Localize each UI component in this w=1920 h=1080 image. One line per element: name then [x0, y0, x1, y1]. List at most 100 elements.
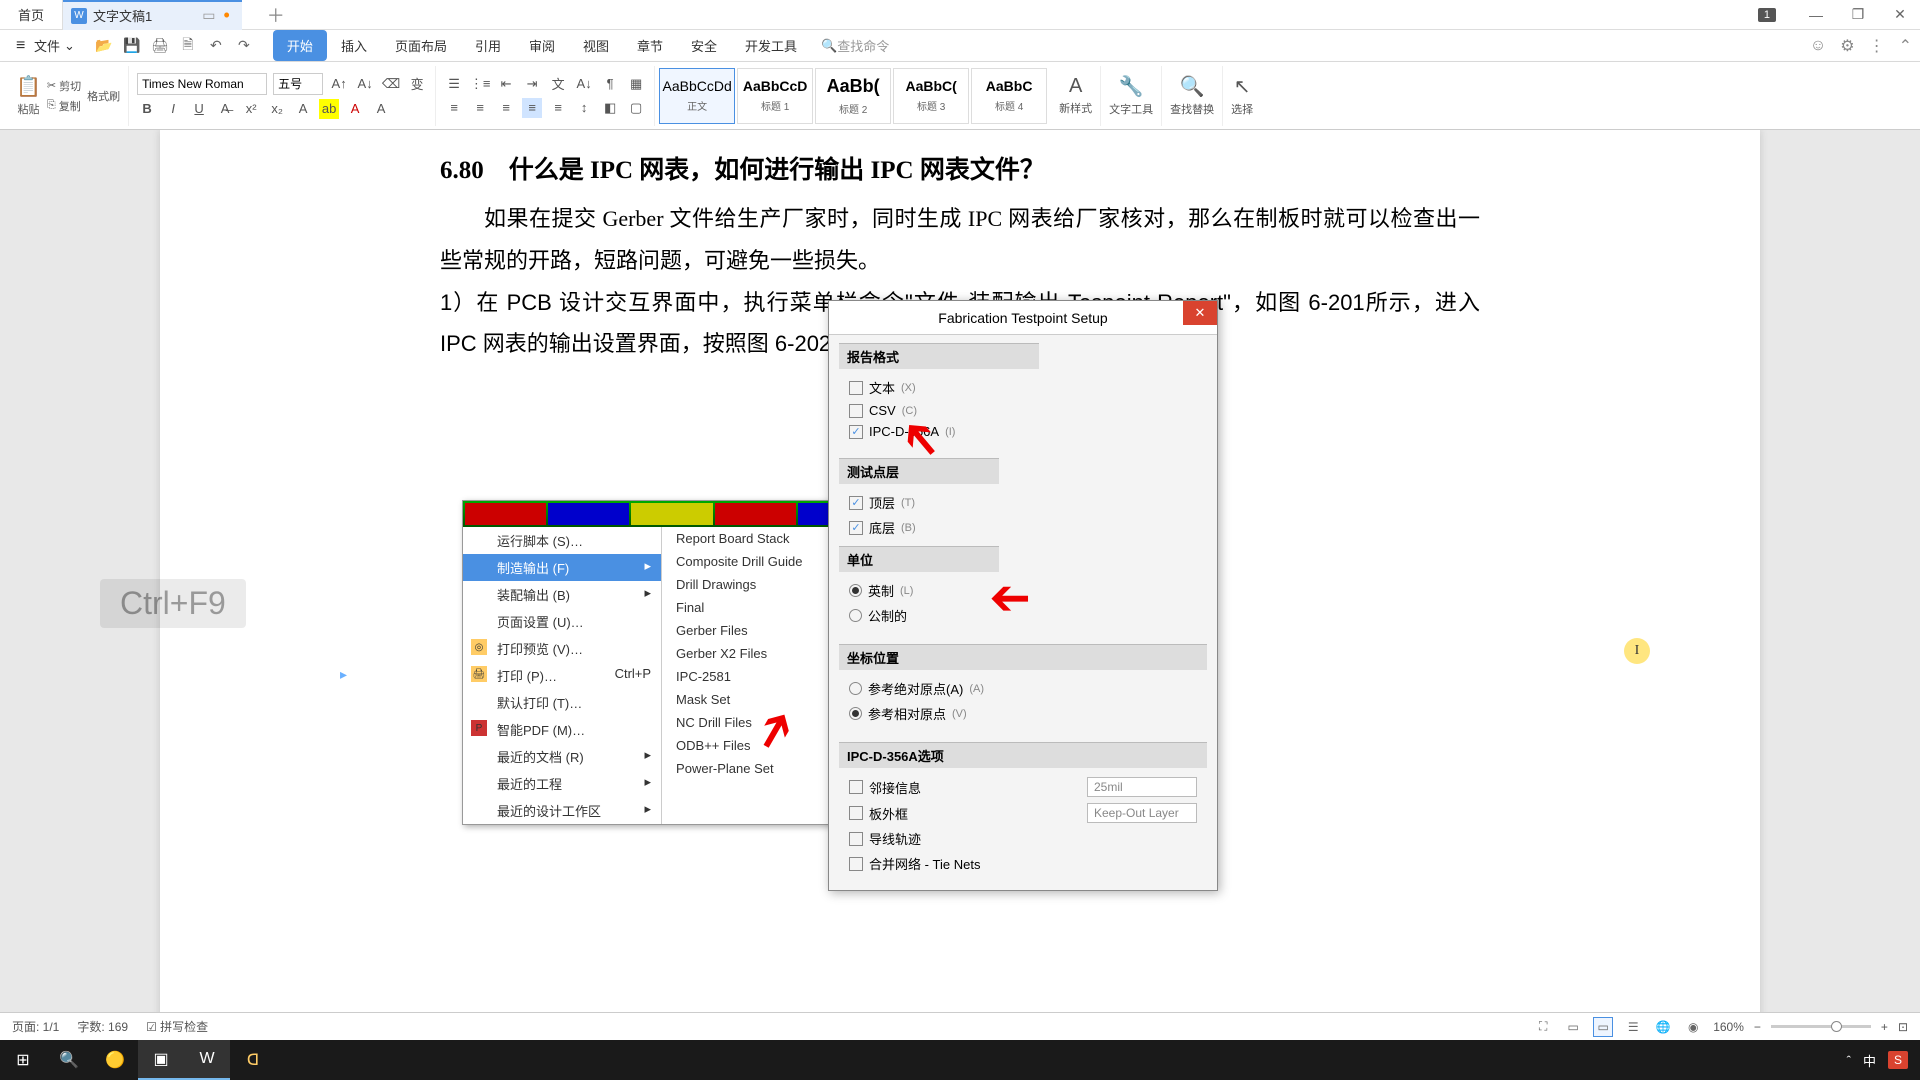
zoom-handle[interactable]	[1831, 1021, 1842, 1032]
tab-devtools[interactable]: 开发工具	[731, 30, 811, 61]
ctx-item-recent-projects[interactable]: 最近的工程▸	[463, 770, 661, 797]
tray-ime-label[interactable]: 中	[1863, 1051, 1876, 1070]
text-direction-button[interactable]: 文	[548, 74, 568, 94]
eye-protect-button[interactable]: ◉	[1683, 1017, 1703, 1037]
settings-icon[interactable]: ⚙	[1840, 36, 1854, 56]
increase-font-button[interactable]: A↑	[329, 74, 349, 94]
bold-button[interactable]: B	[137, 99, 157, 119]
command-search[interactable]: 🔍 查找命令	[821, 36, 889, 55]
checkbox-top-layer[interactable]: ✓顶层 (T)	[849, 490, 989, 515]
tab-page-layout[interactable]: 页面布局	[381, 30, 461, 61]
style-heading4[interactable]: AaBbC标题 4	[971, 68, 1047, 124]
add-tab-button[interactable]: ＋	[267, 2, 285, 28]
radio-metric[interactable]: 公制的	[849, 603, 989, 628]
align-center-button[interactable]: ≡	[470, 98, 490, 118]
app2-button[interactable]: ᗡ	[230, 1040, 276, 1080]
ctx-item-default-print[interactable]: 默认打印 (T)…	[463, 689, 661, 716]
checkbox-board-outline[interactable]: 板外框	[849, 800, 1197, 826]
radio-relative-origin[interactable]: 参考相对原点 (V)	[849, 701, 1197, 726]
underline-button[interactable]: U	[189, 99, 209, 119]
line-spacing-button[interactable]: ↕	[574, 98, 594, 118]
dialog-close-button[interactable]: ✕	[1183, 301, 1217, 325]
style-normal[interactable]: AaBbCcDd正文	[659, 68, 735, 124]
checkbox-traces[interactable]: 导线轨迹	[849, 826, 1197, 851]
numbering-button[interactable]: ⋮≡	[470, 74, 490, 94]
maximize-button[interactable]: ❐	[1838, 0, 1878, 30]
print-preview-icon[interactable]: 🗎	[179, 37, 197, 55]
ctx-item-smart-pdf[interactable]: P智能PDF (M)…	[463, 716, 661, 743]
zoom-out-button[interactable]: −	[1754, 1020, 1761, 1034]
borders-button[interactable]: ▢	[626, 98, 646, 118]
increase-indent-button[interactable]: ⇥	[522, 74, 542, 94]
checkbox-adjacency[interactable]: 邻接信息	[849, 774, 1197, 800]
align-left-button[interactable]: ≡	[444, 98, 464, 118]
copy-button[interactable]: ⎘复制	[47, 98, 81, 114]
select-button[interactable]: ↖选择	[1231, 74, 1253, 117]
status-spellcheck[interactable]: ☑ 拼写检查	[146, 1018, 208, 1035]
collapse-ribbon-icon[interactable]: ⌃	[1899, 36, 1912, 56]
font-size-select[interactable]	[273, 73, 323, 95]
close-button[interactable]: ✕	[1880, 0, 1920, 30]
find-replace-button[interactable]: 🔍查找替换	[1170, 74, 1214, 117]
tab-security[interactable]: 安全	[677, 30, 731, 61]
phonetic-button[interactable]: 变	[407, 74, 427, 94]
align-justify-button[interactable]: ≡	[522, 98, 542, 118]
radio-imperial[interactable]: 英制 (L)	[849, 578, 989, 603]
cut-button[interactable]: ✂剪切	[47, 78, 81, 94]
redo-icon[interactable]: ↷	[235, 37, 253, 55]
home-tab[interactable]: 首页	[0, 0, 63, 30]
style-heading3[interactable]: AaBbC(标题 3	[893, 68, 969, 124]
search-button[interactable]: 🔍	[46, 1040, 92, 1080]
more-icon[interactable]: ⋮	[1869, 36, 1885, 56]
print-icon[interactable]: 🖨	[151, 37, 169, 55]
read-view-button[interactable]: ▭	[1563, 1017, 1583, 1037]
highlight-button[interactable]: ab	[319, 99, 339, 119]
adjacency-input[interactable]	[1087, 777, 1197, 797]
outline-view-button[interactable]: ☰	[1623, 1017, 1643, 1037]
feedback-icon[interactable]: ☺	[1810, 37, 1826, 55]
tab-insert[interactable]: 插入	[327, 30, 381, 61]
ctx-item-recent-workspaces[interactable]: 最近的设计工作区▸	[463, 797, 661, 824]
web-view-button[interactable]: 🌐	[1653, 1017, 1673, 1037]
paste-button[interactable]: 📋 粘贴	[16, 74, 41, 117]
checkbox-bottom-layer[interactable]: ✓底层 (B)	[849, 515, 989, 540]
ctx-item-print-preview[interactable]: ◎打印预览 (V)…	[463, 635, 661, 662]
show-marks-button[interactable]: ¶	[600, 74, 620, 94]
checkbox-text[interactable]: 文本 (X)	[849, 375, 1029, 400]
fullscreen-view-button[interactable]: ⛶	[1533, 1017, 1553, 1037]
clear-format-button[interactable]: ⌫	[381, 74, 401, 94]
tab-view[interactable]: 视图	[569, 30, 623, 61]
zoom-in-button[interactable]: +	[1881, 1020, 1888, 1034]
text-tool-button[interactable]: 🔧文字工具	[1109, 74, 1153, 117]
minimize-button[interactable]: —	[1796, 0, 1836, 30]
tray-expand-icon[interactable]: ˆ	[1847, 1053, 1851, 1068]
notification-badge[interactable]: 1	[1758, 8, 1776, 22]
decrease-indent-button[interactable]: ⇤	[496, 74, 516, 94]
char-shading-button[interactable]: A	[371, 99, 391, 119]
undo-icon[interactable]: ↶	[207, 37, 225, 55]
document-page[interactable]: 6.80 什么是 IPC 网表，如何进行输出 IPC 网表文件？ 如果在提交 G…	[160, 130, 1760, 1042]
align-right-button[interactable]: ≡	[496, 98, 516, 118]
chrome-button[interactable]: 🟡	[92, 1040, 138, 1080]
fit-page-button[interactable]: ⊡	[1898, 1020, 1908, 1034]
superscript-button[interactable]: x²	[241, 99, 261, 119]
tray-ime-icon[interactable]: S	[1888, 1051, 1908, 1069]
zoom-level[interactable]: 160%	[1713, 1020, 1744, 1034]
align-distribute-button[interactable]: ≡	[548, 98, 568, 118]
text-effects-button[interactable]: A	[293, 99, 313, 119]
tab-options-icon[interactable]: ▭	[202, 7, 215, 24]
outline-layer-select[interactable]	[1087, 803, 1197, 823]
new-style-button[interactable]: A新样式	[1059, 75, 1092, 116]
ctx-item-asm-output[interactable]: 装配输出 (B)▸	[463, 581, 661, 608]
ctx-item-page-setup[interactable]: 页面设置 (U)…	[463, 608, 661, 635]
strike-button[interactable]: A̶	[215, 99, 235, 119]
shading-button[interactable]: ◧	[600, 98, 620, 118]
ctx-item-print[interactable]: 🖨打印 (P)…Ctrl+P	[463, 662, 661, 689]
wps-button[interactable]: W	[184, 1040, 230, 1080]
italic-button[interactable]: I	[163, 99, 183, 119]
start-button[interactable]: ⊞	[0, 1040, 46, 1080]
radio-absolute-origin[interactable]: 参考绝对原点(A) (A)	[849, 676, 1197, 701]
open-icon[interactable]: 📂	[95, 37, 113, 55]
ctx-item-runscript[interactable]: 运行脚本 (S)…	[463, 527, 661, 554]
page-view-button[interactable]: ▭	[1593, 1017, 1613, 1037]
